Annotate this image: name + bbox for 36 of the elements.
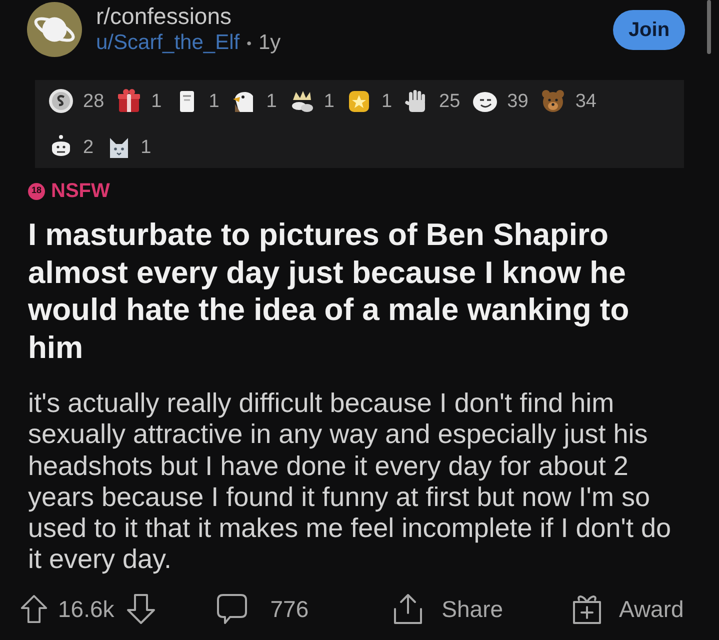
award-count: 1 <box>266 92 277 110</box>
planet-icon <box>27 2 82 57</box>
share-button[interactable]: Share <box>392 592 504 626</box>
vote-count: 16.6k <box>58 594 114 624</box>
join-button[interactable]: Join <box>613 10 685 50</box>
award-count: 28 <box>83 92 104 110</box>
award-button[interactable]: Award <box>571 592 684 626</box>
award-count: 25 <box>439 92 460 110</box>
award-count: 39 <box>507 92 528 110</box>
scroll-bar <box>707 0 711 54</box>
award-count: 34 <box>575 92 596 110</box>
gift-icon <box>571 592 604 625</box>
username-link[interactable]: u/Scarf_the_Elf <box>96 31 240 55</box>
post-age: 1y <box>258 31 281 55</box>
upvote-button[interactable] <box>20 592 48 625</box>
downvote-button[interactable] <box>126 592 156 625</box>
age-badge: 18 <box>28 182 45 200</box>
coin-icon <box>48 88 74 114</box>
comment-icon <box>216 592 248 625</box>
down-arrow-icon <box>126 592 156 625</box>
share-icon <box>392 592 424 625</box>
comments-button[interactable]: 776 <box>216 592 309 626</box>
gift-icon <box>116 88 142 114</box>
separator-dot: • <box>246 34 252 53</box>
award-count: 1 <box>381 92 392 110</box>
subreddit-name[interactable]: r/confessions <box>96 4 281 29</box>
award-count: 1 <box>324 92 334 110</box>
nsfw-label: NSFW <box>51 179 110 203</box>
award-count: 2 <box>83 138 94 156</box>
award-count: 1 <box>208 92 220 110</box>
bear-icon <box>540 88 566 114</box>
post-title: I masturbate to pictures of Ben Shapiro almost every day just because I know he would hate the idea of a male wanking to him <box>28 216 630 366</box>
up-arrow-icon <box>20 592 48 625</box>
award-count: 1 <box>140 138 152 156</box>
award-count: 1 <box>151 92 162 110</box>
post-body: it's actually really difficult because I don't find him sexually attractive in any way and especially just his headshots but I have done it every day for about 2 years because I found it funny at first but now I'm so used to it that it makes me feel incomplete if I don't do it every day. <box>28 388 672 576</box>
